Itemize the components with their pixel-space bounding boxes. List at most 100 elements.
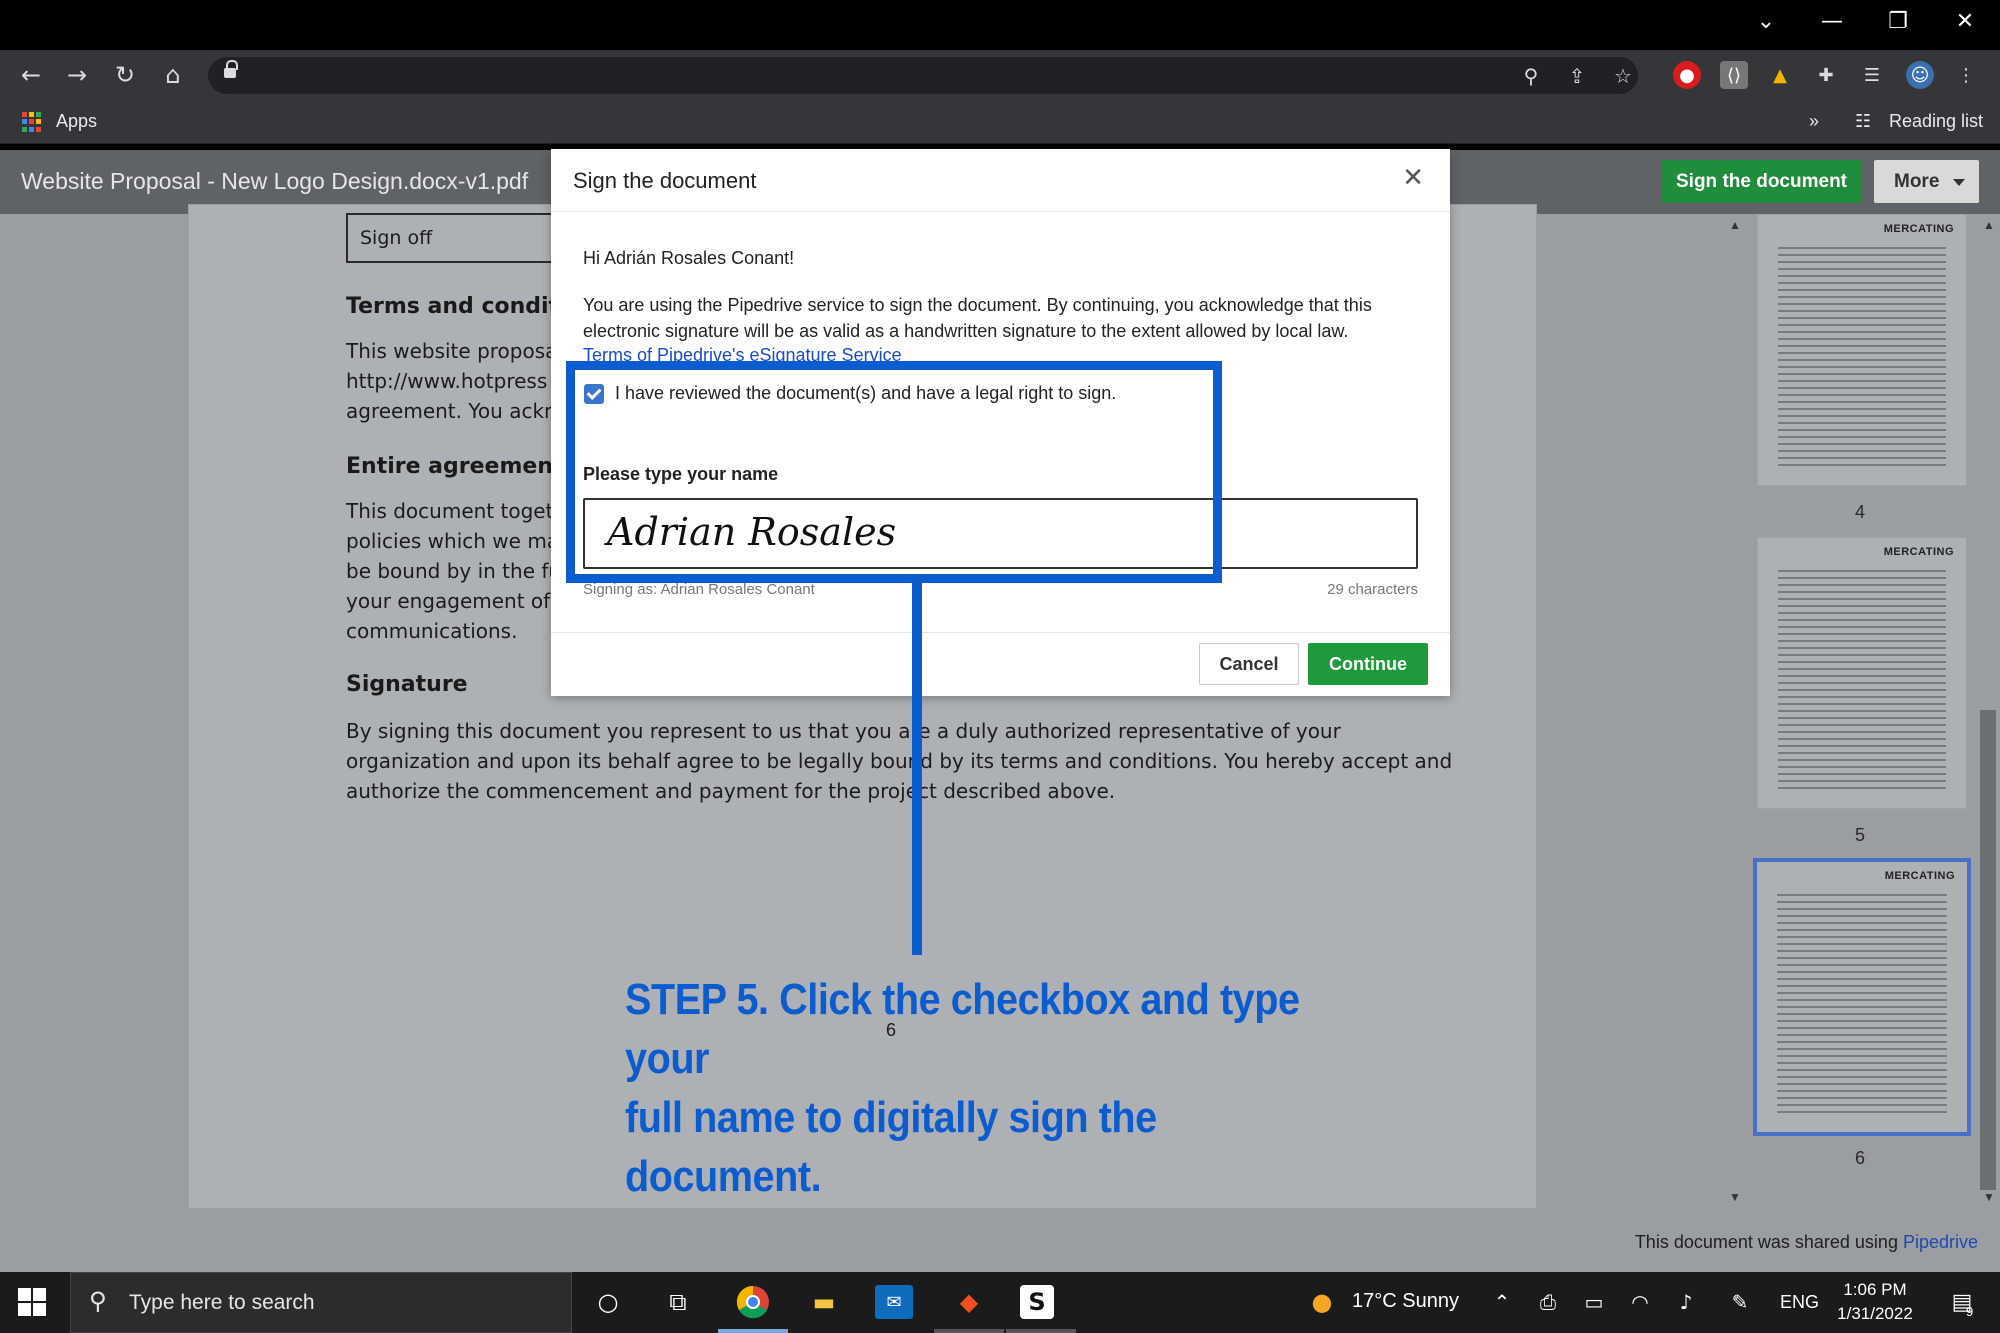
task-view-icon[interactable]: ⧉	[656, 1280, 700, 1324]
menu-kebab-icon[interactable]: ⋮	[1952, 61, 1980, 89]
signature-heading: Signature	[346, 672, 468, 697]
thumbnail-page-number: 6	[1855, 1148, 1866, 1168]
clock-date: 1/31/2022	[1837, 1304, 1913, 1323]
bookmark-star-icon[interactable]: ☆	[1610, 63, 1636, 89]
document-title: Website Proposal - New Logo Design.docx-…	[21, 168, 529, 194]
taskbar-clock[interactable]: 1:06 PM 1/31/2022	[1820, 1278, 1930, 1326]
bookmarks-overflow[interactable]: »	[1809, 111, 1819, 132]
thumbnail-page-number: 5	[1855, 825, 1866, 845]
outlook-icon[interactable]: ✉	[875, 1285, 913, 1319]
dialog-footer: Cancel Continue	[551, 632, 1450, 696]
annotation-highlight-box	[566, 361, 1222, 583]
thumbnail-logo: MERCATING	[1883, 223, 1954, 235]
file-explorer-icon[interactable]: ▬	[802, 1280, 846, 1324]
greeting-text: Hi Adrián Rosales Conant!	[583, 248, 795, 268]
taskbar-search-box[interactable]: ⚲ Type here to search	[70, 1272, 572, 1333]
terms-heading: Terms and conditio	[346, 294, 582, 319]
sign-document-button[interactable]: Sign the document	[1661, 160, 1862, 203]
close-icon[interactable]: ✕	[1402, 163, 1424, 193]
minimize-button[interactable]: —	[1802, 0, 1862, 42]
thumbnail-scroll-thumb[interactable]	[1980, 710, 1996, 1190]
chevron-up-icon[interactable]: ⌃	[1480, 1280, 1524, 1324]
scroll-up-icon[interactable]: ▲	[1724, 216, 1746, 234]
extension-code-icon[interactable]: ⟨⟩	[1720, 61, 1748, 89]
annotation-step-text: STEP 5. Click the checkbox and type your…	[625, 970, 1327, 1206]
step-line-2: full name to digitally sign the document…	[625, 1093, 1157, 1201]
battery-icon[interactable]: ▭	[1572, 1280, 1616, 1324]
dialog-header: Sign the document ✕	[551, 149, 1450, 212]
address-bar[interactable]: ⚲ ⇪ ☆	[208, 57, 1638, 94]
more-menu-button[interactable]: More	[1874, 160, 1979, 203]
snagit-icon[interactable]: S	[1020, 1285, 1054, 1319]
apps-grid-icon[interactable]	[22, 112, 42, 132]
volume-icon[interactable]: ♪	[1664, 1280, 1708, 1324]
page-thumbnail[interactable]: MERCATING	[1757, 537, 1967, 809]
consent-text: You are using the Pipedrive service to s…	[583, 295, 1372, 341]
reading-list-icon[interactable]: ☷	[1855, 111, 1871, 132]
windows-taskbar: ⚲ Type here to search ○ ⧉ ▬ ✉ ◆ S ● 17°C…	[0, 1272, 2000, 1333]
notification-center-icon[interactable]: ▤	[1940, 1280, 1984, 1324]
thumbnail-text-lines	[1777, 894, 1947, 1118]
wifi-icon[interactable]: ◠	[1618, 1280, 1662, 1324]
thumb-scroll-up-icon[interactable]: ▲	[1978, 216, 2000, 234]
cancel-button[interactable]: Cancel	[1199, 643, 1299, 685]
character-count: 29 characters	[1327, 581, 1418, 598]
browser-toolbar: ← → ↻ ⌂ ⚲ ⇪ ☆ ● ⟨⟩ ▲ ✚ ☰ ☺ ⋮	[0, 50, 2000, 100]
search-icon: ⚲	[89, 1287, 107, 1315]
thumbnail-logo: MERCATING	[1884, 870, 1955, 882]
meet-now-icon[interactable]: ⎙	[1526, 1280, 1570, 1324]
app-open-indicator	[934, 1329, 1004, 1333]
back-arrow-icon[interactable]: ←	[12, 56, 50, 94]
signoff-label: Sign off	[360, 227, 433, 249]
signoff-field: Sign off	[346, 213, 566, 263]
tab-search-icon[interactable]: ⌄	[1736, 0, 1796, 42]
apps-bookmark[interactable]: Apps	[56, 111, 97, 132]
sunny-weather-icon[interactable]: ●	[1300, 1280, 1344, 1324]
language-indicator[interactable]: ENG	[1780, 1292, 1819, 1313]
figma-icon[interactable]: ◆	[947, 1280, 991, 1324]
annotation-callout-line	[912, 583, 922, 955]
reading-list-button[interactable]: Reading list	[1889, 111, 1983, 132]
active-app-indicator	[718, 1329, 788, 1333]
caret-down-icon	[1953, 179, 1965, 186]
terms-paragraph: This website proposa http://www.hotpress…	[346, 339, 558, 423]
window-title-bar: ⌄ — ❐ ✕	[0, 0, 2000, 50]
clock-time: 1:06 PM	[1843, 1280, 1907, 1299]
home-icon[interactable]: ⌂	[154, 56, 192, 94]
more-label: More	[1894, 170, 1940, 192]
lock-icon[interactable]	[224, 60, 238, 80]
document-footer: This document was shared using Pipedrive	[0, 1208, 2000, 1272]
continue-button[interactable]: Continue	[1308, 643, 1428, 685]
step-line-1: STEP 5. Click the checkbox and type your	[625, 975, 1300, 1083]
thumbnail-page-number: 4	[1855, 502, 1866, 522]
restore-button[interactable]: ❐	[1868, 0, 1928, 42]
dialog-title: Sign the document	[573, 168, 757, 193]
entire-agreement-heading: Entire agreement	[346, 454, 564, 479]
footer-label: This document was shared using	[1634, 1232, 1903, 1252]
cortana-icon[interactable]: ○	[586, 1280, 630, 1324]
thumb-scroll-down-icon[interactable]: ▼	[1978, 1188, 2000, 1206]
media-queue-icon[interactable]: ☰	[1858, 61, 1886, 89]
share-icon[interactable]: ⇪	[1564, 63, 1590, 89]
extension-red-icon[interactable]: ●	[1673, 61, 1701, 89]
google-drive-icon[interactable]: ▲	[1766, 61, 1794, 89]
reload-icon[interactable]: ↻	[106, 56, 144, 94]
profile-avatar[interactable]: ☺	[1906, 61, 1934, 89]
entire-agreement-paragraph: This document toget policies which we ma…	[346, 499, 561, 643]
windows-start-icon[interactable]	[18, 1288, 46, 1316]
close-window-button[interactable]: ✕	[1935, 0, 1995, 42]
chrome-icon[interactable]	[731, 1280, 775, 1324]
weather-text[interactable]: 17°C Sunny	[1352, 1290, 1459, 1313]
page-thumbnail-active[interactable]: MERCATING	[1753, 858, 1971, 1136]
signature-paragraph: By signing this document you represent t…	[346, 719, 1453, 803]
signing-as-text: Signing as: Adrian Rosales Conant	[583, 581, 815, 598]
thumbnail-text-lines	[1778, 247, 1946, 471]
page-thumbnail[interactable]: MERCATING	[1757, 214, 1967, 486]
zoom-icon[interactable]: ⚲	[1518, 63, 1544, 89]
notification-count: 9	[1966, 1304, 1974, 1319]
pipedrive-link[interactable]: Pipedrive	[1903, 1232, 1978, 1252]
scroll-down-icon[interactable]: ▼	[1724, 1188, 1746, 1206]
extensions-puzzle-icon[interactable]: ✚	[1812, 61, 1840, 89]
pen-icon[interactable]: ✎	[1718, 1280, 1762, 1324]
forward-arrow-icon[interactable]: →	[58, 56, 96, 94]
